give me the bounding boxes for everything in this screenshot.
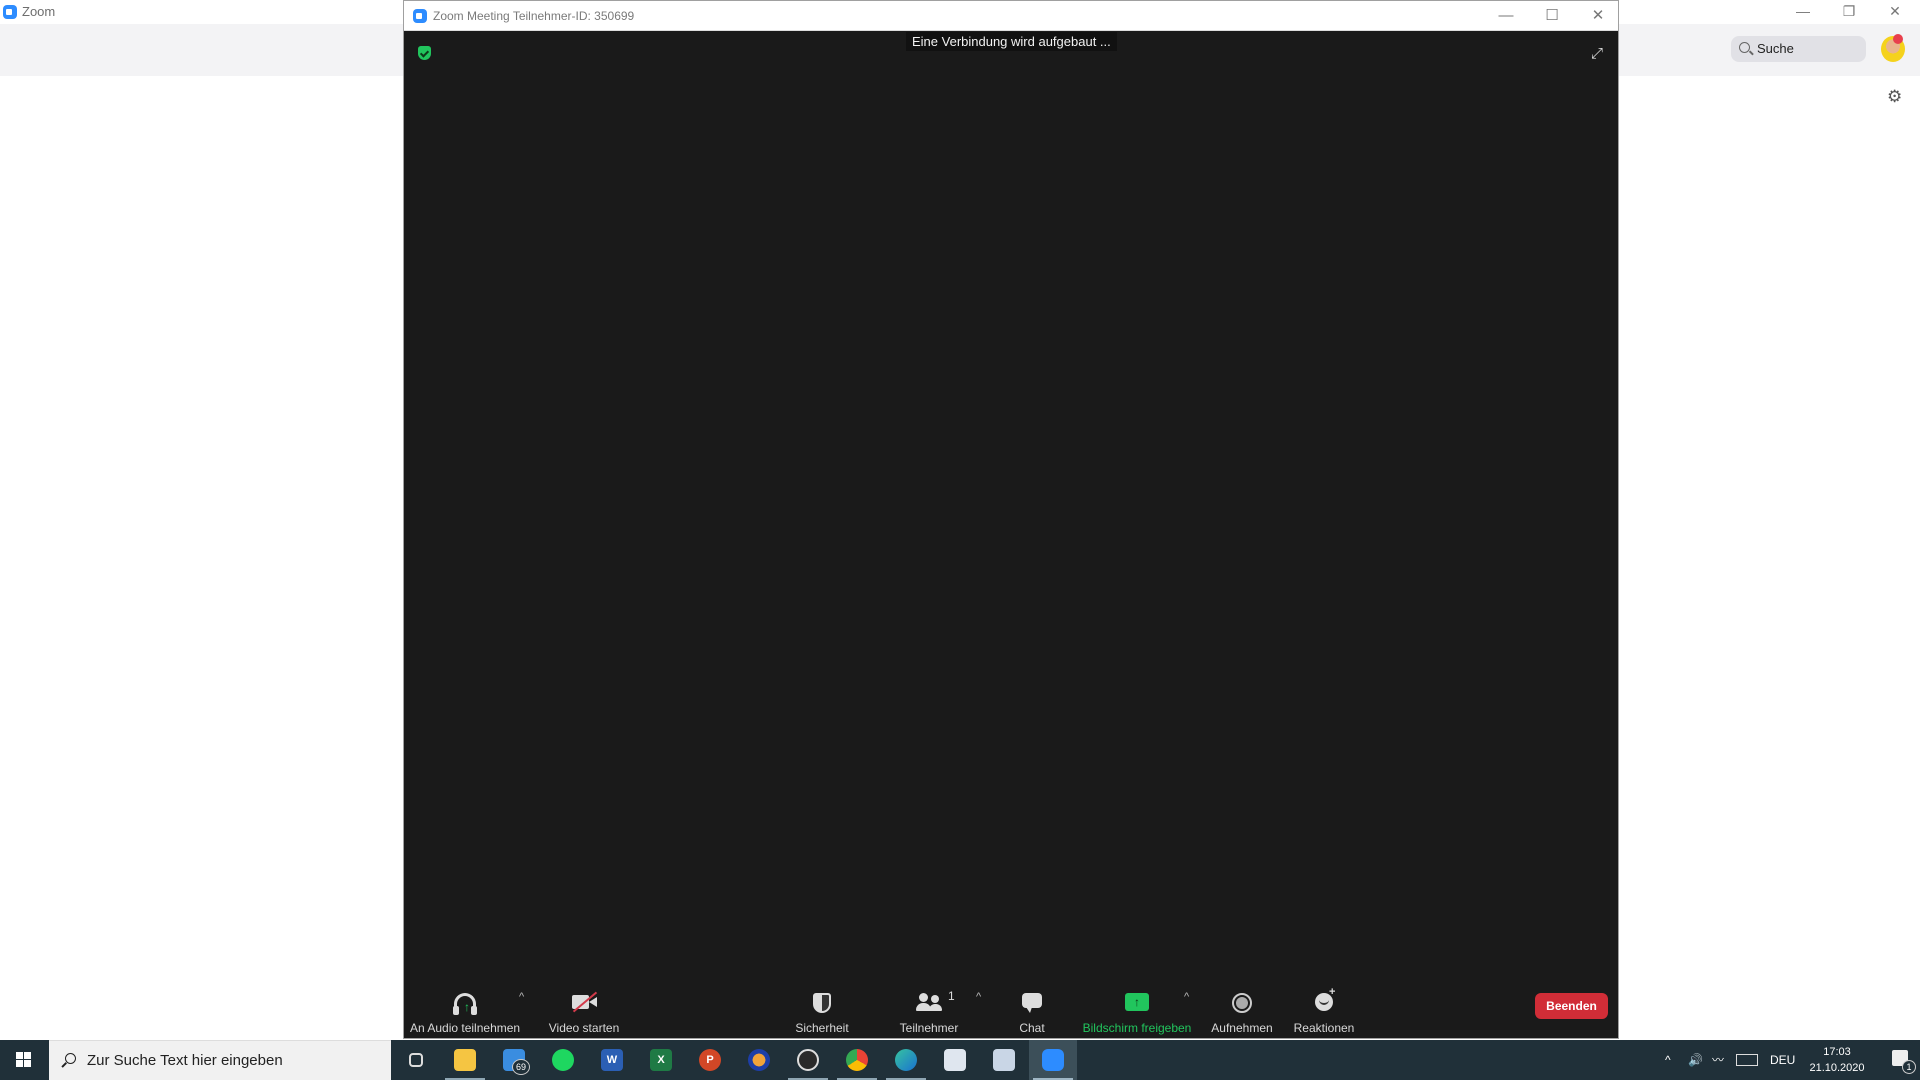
chat-icon: [1022, 993, 1042, 1013]
audacity-icon: [748, 1049, 770, 1071]
gear-icon[interactable]: ⚙: [1887, 87, 1902, 107]
participants-label: Teilnehmer: [899, 1021, 959, 1035]
taskbar-word[interactable]: W: [588, 1040, 636, 1080]
maximize-button[interactable]: ☐: [1532, 4, 1572, 28]
participants-options-caret[interactable]: ^: [976, 991, 981, 1003]
meeting-title: Zoom Meeting Teilnehmer-ID: 350699: [433, 9, 635, 23]
system-tray: ^ 🔊 〰 DEU 17:03 21.10.2020 1: [1620, 1040, 1920, 1080]
search-icon: [1739, 42, 1750, 53]
chat-label: Chat: [1019, 1021, 1045, 1035]
taskbar-spotify[interactable]: [539, 1040, 587, 1080]
taskbar-mail[interactable]: 69: [490, 1040, 538, 1080]
share-screen-icon: ↑: [1125, 993, 1149, 1011]
excel-icon: X: [650, 1049, 672, 1071]
mail-unread-badge: 69: [512, 1059, 530, 1075]
reactions-label: Reaktionen: [1293, 1021, 1355, 1035]
audio-options-caret[interactable]: ^: [519, 991, 524, 1003]
taskbar-file-explorer[interactable]: [441, 1040, 489, 1080]
reactions-icon: +: [1315, 986, 1335, 1011]
search-placeholder: Suche: [1757, 41, 1794, 56]
close-button[interactable]: ✕: [1872, 0, 1918, 24]
security-button[interactable]: Sicherheit: [782, 981, 862, 1039]
share-screen-label: Bildschirm freigeben: [1082, 1021, 1192, 1035]
reactions-button[interactable]: + Reaktionen: [1284, 981, 1364, 1039]
join-audio-label: An Audio teilnehmen: [410, 1021, 521, 1035]
taskbar-audacity[interactable]: [735, 1040, 783, 1080]
zoom-logo-icon: [413, 9, 427, 23]
language-indicator[interactable]: DEU: [1770, 1040, 1795, 1080]
zoom-icon: [1042, 1049, 1064, 1071]
share-screen-button[interactable]: ↑ Bildschirm freigeben: [1078, 981, 1196, 1039]
windows-taskbar: Zur Suche Text hier eingeben 69 W X P ^ …: [0, 1040, 1920, 1080]
notification-count-badge: 1: [1902, 1060, 1916, 1074]
meeting-titlebar: Zoom Meeting Teilnehmer-ID: 350699 — ☐ ✕: [404, 1, 1618, 31]
taskbar-excel[interactable]: X: [637, 1040, 685, 1080]
share-options-caret[interactable]: ^: [1184, 991, 1189, 1003]
participant-count: 1: [948, 989, 955, 1003]
record-label: Aufnehmen: [1211, 1021, 1273, 1035]
shield-icon: [813, 993, 831, 1013]
taskbar-zoom[interactable]: [1029, 1040, 1077, 1080]
edge-icon: [895, 1049, 917, 1071]
clock-date: 21.10.2020: [1809, 1062, 1865, 1074]
chrome-icon: [846, 1049, 868, 1071]
taskbar-search-placeholder: Zur Suche Text hier eingeben: [87, 1052, 283, 1069]
keyboard-icon[interactable]: [1736, 1054, 1758, 1066]
close-button[interactable]: ✕: [1578, 4, 1618, 28]
taskbar-app-1[interactable]: [931, 1040, 979, 1080]
notes-app-icon: [993, 1049, 1015, 1071]
encryption-shield-icon[interactable]: [418, 46, 431, 60]
network-icon[interactable]: 〰: [1712, 1040, 1724, 1080]
join-audio-button[interactable]: ↑ An Audio teilnehmen: [410, 981, 520, 1039]
minimize-button[interactable]: —: [1486, 4, 1526, 28]
start-video-label: Video starten: [548, 1021, 620, 1035]
record-button[interactable]: Aufnehmen: [1202, 981, 1282, 1039]
taskbar-chrome[interactable]: [833, 1040, 881, 1080]
restore-button[interactable]: ❐: [1826, 0, 1872, 24]
taskbar-app-2[interactable]: [980, 1040, 1028, 1080]
search-icon: [65, 1053, 76, 1064]
connection-status: Eine Verbindung wird aufgebaut ...: [906, 32, 1117, 51]
meeting-window: Zoom Meeting Teilnehmer-ID: 350699 — ☐ ✕…: [403, 0, 1619, 1039]
word-icon: W: [601, 1049, 623, 1071]
headphones-icon: ↑: [453, 993, 477, 1015]
start-video-button[interactable]: Video starten: [544, 981, 624, 1039]
chat-button[interactable]: Chat: [1002, 981, 1062, 1039]
document-app-icon: [944, 1049, 966, 1071]
status-indicator: [1893, 34, 1903, 44]
volume-icon[interactable]: 🔊: [1688, 1040, 1703, 1080]
end-meeting-button[interactable]: Beenden: [1535, 993, 1608, 1019]
taskbar-powerpoint[interactable]: P: [686, 1040, 734, 1080]
meeting-toolbar: ↑ An Audio teilnehmen ^ Video starten Si…: [404, 981, 1618, 1039]
start-button[interactable]: [0, 1040, 48, 1080]
spotify-icon: [552, 1049, 574, 1071]
taskbar-search-input[interactable]: Zur Suche Text hier eingeben: [49, 1040, 391, 1080]
zoom-logo-icon: [3, 5, 17, 19]
security-label: Sicherheit: [795, 1021, 849, 1035]
participants-button[interactable]: 1 Teilnehmer: [886, 981, 972, 1039]
task-view-icon: [409, 1053, 423, 1067]
fullscreen-icon[interactable]: ⤢: [1587, 44, 1607, 64]
minimize-button[interactable]: —: [1780, 0, 1826, 24]
obs-icon: [797, 1049, 819, 1071]
video-off-icon: [572, 991, 598, 1013]
clock-time: 17:03: [1823, 1046, 1851, 1058]
search-input[interactable]: Suche: [1731, 36, 1866, 62]
powerpoint-icon: P: [699, 1049, 721, 1071]
taskbar-task-view[interactable]: [392, 1040, 440, 1080]
zoom-main-title: Zoom: [22, 4, 56, 19]
record-icon: [1232, 993, 1252, 1013]
taskbar-obs[interactable]: [784, 1040, 832, 1080]
show-hidden-icons-chevron[interactable]: ^: [1665, 1040, 1671, 1080]
taskbar-edge[interactable]: [882, 1040, 930, 1080]
folder-icon: [454, 1049, 476, 1071]
participants-icon: [916, 993, 942, 1011]
clock[interactable]: 17:03 21.10.2020: [1802, 1044, 1872, 1076]
